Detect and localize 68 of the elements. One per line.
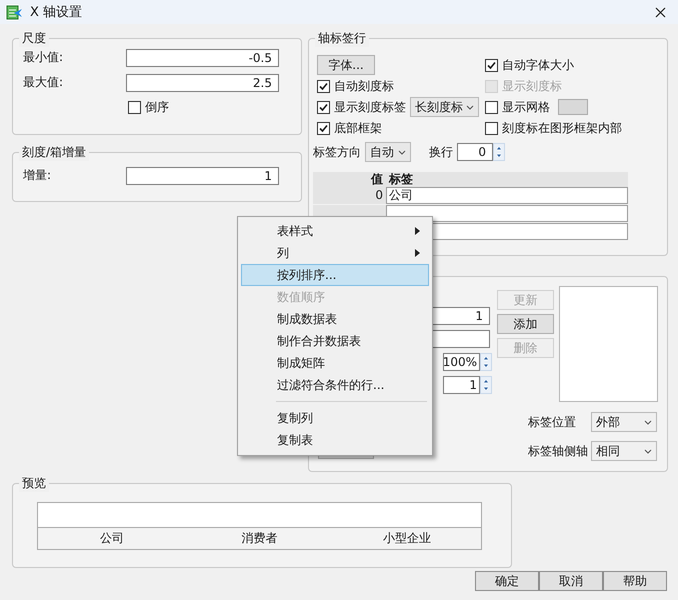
spinner-field[interactable]: 1	[443, 376, 480, 394]
menu-item[interactable]: 过滤符合条件的行...	[241, 374, 429, 396]
checkbox-label: 显示刻度标	[502, 78, 562, 94]
menu-item[interactable]: 复制表	[241, 429, 429, 451]
input-field[interactable]: 1	[126, 166, 279, 184]
field-label: 最小值:	[23, 49, 64, 66]
checkbox-label: 显示网格	[502, 98, 550, 116]
checkbox-label: 自动刻度标	[334, 78, 394, 94]
font-button[interactable]: 字体...	[317, 55, 375, 75]
table-cell[interactable]	[386, 205, 628, 222]
chevron-down-icon	[644, 420, 652, 424]
action-button[interactable]: 添加	[497, 314, 554, 334]
table-cell: 0	[313, 187, 386, 205]
chevron-down-icon	[644, 448, 652, 454]
axis-label: 公司	[98, 530, 125, 547]
spinner-field[interactable]: 100%	[443, 353, 480, 371]
dropdown[interactable]: 相同	[591, 441, 657, 461]
group-title: 预览	[19, 475, 49, 492]
dialog-button[interactable]: 确定	[475, 571, 539, 591]
menu-item[interactable]: 制成矩阵	[241, 352, 429, 374]
dialog-button[interactable]: 帮助	[603, 571, 667, 591]
field-label: 最大值:	[23, 74, 64, 91]
spinner-field[interactable]: 0	[457, 143, 493, 161]
checkbox-label: 倒序	[145, 98, 169, 116]
menu-item[interactable]: 制作合并数据表	[241, 330, 429, 352]
menu-item[interactable]: 列	[241, 242, 429, 264]
close-icon[interactable]	[655, 6, 666, 18]
checkbox[interactable]	[317, 80, 330, 92]
checkbox[interactable]	[317, 122, 330, 134]
spin-buttons[interactable]	[493, 143, 505, 161]
field-label: 增量:	[23, 167, 52, 184]
menu-item[interactable]: 按列排序...	[241, 264, 429, 286]
column-header: 值	[313, 172, 386, 187]
checkbox[interactable]	[128, 100, 141, 114]
checkbox[interactable]	[485, 100, 498, 114]
column-header: 标签	[386, 172, 628, 187]
dialog-button[interactable]: 取消	[539, 571, 603, 591]
checkbox[interactable]	[485, 58, 498, 72]
dropdown[interactable]: 外部	[591, 412, 657, 432]
table-cell[interactable]: 公司	[386, 187, 628, 204]
spin-buttons[interactable]	[480, 376, 492, 394]
field-label: 标签轴侧轴	[528, 442, 589, 460]
checkbox-label: 底部框架	[334, 120, 382, 136]
menu-item[interactable]: 复制列	[241, 407, 429, 429]
checkbox[interactable]	[317, 100, 330, 114]
axis-label: 消费者	[240, 530, 278, 547]
chevron-down-icon	[398, 150, 406, 154]
spin-buttons[interactable]	[480, 353, 492, 371]
field-label: 标签位置	[528, 414, 577, 430]
menu-item[interactable]: 制成数据表	[241, 308, 429, 330]
field-label: 标签方向	[313, 144, 361, 160]
app-icon	[6, 4, 24, 20]
color-swatch[interactable]	[558, 99, 588, 115]
group-title: 轴标签行	[315, 30, 369, 47]
window-title: X 轴设置	[30, 4, 84, 21]
dropdown[interactable]: 自动	[365, 142, 411, 162]
checkbox-label: 自动字体大小	[502, 56, 574, 74]
input-field[interactable]: 2.5	[126, 74, 279, 92]
axis-label: 小型企业	[382, 530, 432, 547]
dropdown[interactable]: 长刻度标	[410, 97, 479, 117]
chevron-down-icon	[466, 104, 474, 110]
checkbox[interactable]	[485, 122, 498, 134]
group-title: 刻度/箱增量	[19, 144, 90, 161]
input-field[interactable]: -0.5	[126, 48, 279, 66]
menu-item[interactable]: 表样式	[241, 220, 429, 242]
checkbox-label: 刻度标在图形框架内部	[502, 120, 622, 136]
field-label: 换行	[429, 144, 453, 160]
checkbox-label: 显示刻度标签	[334, 98, 406, 116]
